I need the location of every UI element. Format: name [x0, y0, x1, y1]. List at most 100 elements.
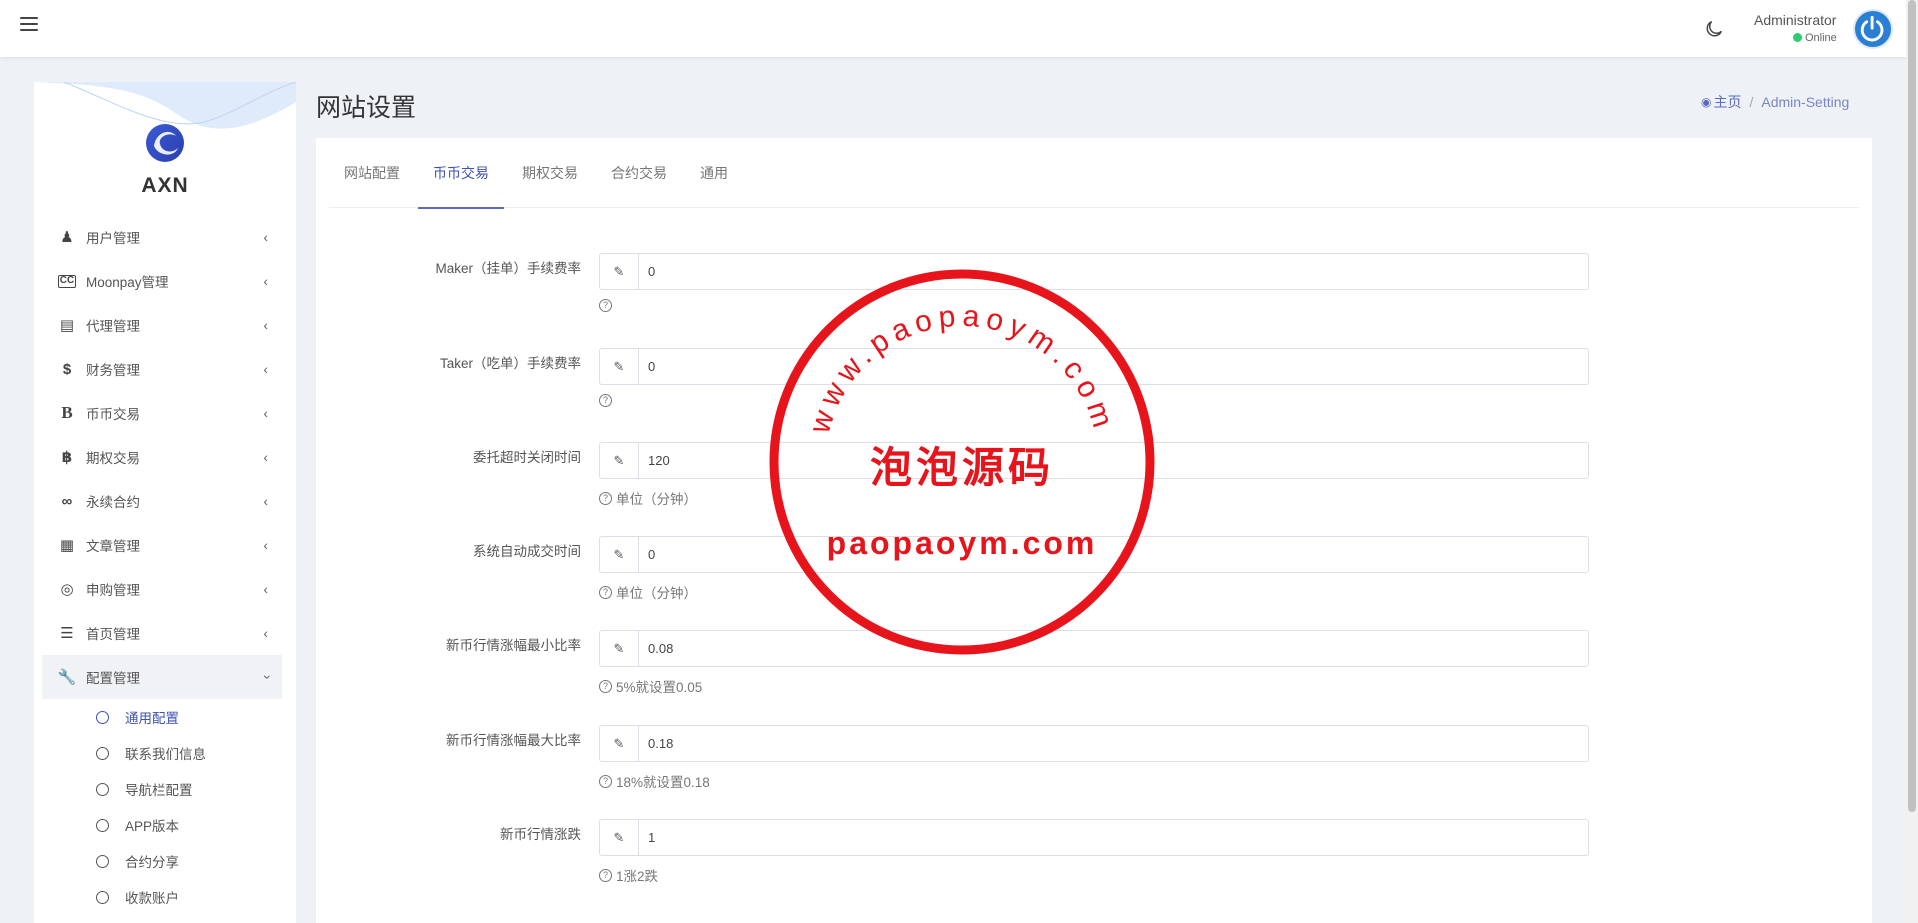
- sidebar-item-config[interactable]: 🔧 配置管理 ‹: [42, 655, 282, 699]
- logo-swirl-icon: [154, 131, 178, 155]
- id-card-icon: ▤: [59, 317, 75, 334]
- field-help: ? 单位（分钟）: [599, 582, 697, 602]
- circle-icon: [96, 890, 109, 904]
- sidebar-item-label: 配置管理: [86, 671, 140, 686]
- tab-options-trading[interactable]: 期权交易: [507, 138, 593, 208]
- bitcoin-icon: ฿: [61, 449, 73, 466]
- sidebar-item-label: 永续合约: [86, 495, 140, 510]
- top-bar: Administrator Online: [0, 0, 1906, 57]
- rise-fall-input[interactable]: [639, 820, 1588, 855]
- tab-spot-trading[interactable]: 币币交易: [418, 138, 504, 209]
- circle-icon: [96, 746, 109, 760]
- bold-b-icon: B: [61, 403, 73, 422]
- help-text: 5%就设置0.05: [616, 680, 703, 695]
- sidebar-item-subscription[interactable]: ◎ 申购管理 ‹: [42, 567, 282, 611]
- link-icon: ∞: [61, 492, 73, 510]
- chevron-left-icon: ‹: [263, 273, 268, 289]
- submenu-label: 联系我们信息: [125, 747, 206, 762]
- field-label: Maker（挂单）手续费率: [435, 261, 581, 276]
- min-rise-ratio-input[interactable]: [639, 631, 1588, 666]
- page-scrollbar[interactable]: [1906, 0, 1918, 923]
- logo-text: AXN: [141, 174, 189, 197]
- breadcrumb-separator: /: [1749, 94, 1754, 110]
- sidebar-item-label: Moonpay管理: [86, 275, 169, 290]
- sidebar-item-moonpay[interactable]: CC Moonpay管理 ‹: [42, 259, 282, 303]
- settings-tabs: 网站配置 币币交易 期权交易 合约交易 通用: [329, 138, 1859, 209]
- max-rise-ratio-input[interactable]: [639, 726, 1588, 761]
- sidebar-item-perpetual[interactable]: ∞ 永续合约 ‹: [42, 479, 282, 523]
- chevron-down-icon: ‹: [257, 674, 274, 680]
- sidebar: AXN ♟ 用户管理 ‹ CC Moonpay管理 ‹ ▤ 代理管理 ‹ $ 财务管理 ‹ B币…: [34, 82, 296, 923]
- circle-icon: [96, 710, 109, 724]
- dark-mode-moon-icon[interactable]: [1703, 18, 1725, 40]
- help-text: 单位（分钟）: [616, 492, 697, 507]
- auto-fill-time-input[interactable]: [639, 537, 1588, 572]
- input-group: ✎: [599, 725, 1589, 762]
- input-group: ✎: [599, 536, 1589, 573]
- submenu-app-version[interactable]: APP版本: [42, 807, 282, 843]
- input-group: ✎: [599, 630, 1589, 667]
- tab-contract-trading[interactable]: 合约交易: [596, 138, 682, 208]
- sidebar-item-articles[interactable]: ▦ 文章管理 ‹: [42, 523, 282, 567]
- scrollbar-thumb[interactable]: [1908, 0, 1916, 812]
- sidebar-item-label: 文章管理: [86, 539, 140, 554]
- submenu-label: 收款账户: [125, 891, 179, 906]
- sidebar-item-spot[interactable]: B 币币交易 ‹: [42, 391, 282, 435]
- user-group-icon: ♟: [60, 229, 74, 246]
- user-name[interactable]: Administrator: [1754, 12, 1836, 28]
- user-status-label: Online: [1805, 32, 1837, 44]
- list-icon: ☰: [60, 625, 74, 642]
- chevron-left-icon: ‹: [263, 449, 268, 465]
- pencil-icon: ✎: [600, 254, 639, 289]
- page-title: 网站设置: [316, 94, 417, 122]
- sidebar-item-label: 币币交易: [86, 407, 140, 422]
- submenu-payment-account[interactable]: 收款账户: [42, 879, 282, 915]
- online-dot-icon: [1793, 33, 1802, 42]
- sidebar-item-finance[interactable]: $ 财务管理 ‹: [42, 347, 282, 391]
- order-timeout-input[interactable]: [639, 443, 1588, 478]
- sidebar-item-label: 财务管理: [86, 363, 140, 378]
- cc-icon: CC: [58, 274, 76, 288]
- tab-general[interactable]: 通用: [685, 138, 743, 208]
- field-help: ? 18%就设置0.18: [599, 771, 710, 791]
- input-group: ✎: [599, 253, 1589, 290]
- wrench-icon: 🔧: [57, 669, 77, 686]
- breadcrumb-current: Admin-Setting: [1761, 94, 1850, 110]
- field-label: 系统自动成交时间: [473, 544, 581, 559]
- chevron-left-icon: ‹: [263, 229, 268, 245]
- sidebar-item-options[interactable]: ฿ 期权交易 ‹: [42, 435, 282, 479]
- submenu-label: APP版本: [125, 819, 180, 834]
- question-circle-icon: ?: [599, 299, 612, 312]
- taker-fee-input[interactable]: [639, 349, 1588, 384]
- breadcrumb-home-link[interactable]: 主页: [1713, 92, 1741, 112]
- menu-toggle-icon[interactable]: [20, 17, 38, 33]
- submenu-contract-share[interactable]: 合约分享: [42, 843, 282, 879]
- sidebar-menu: ♟ 用户管理 ‹ CC Moonpay管理 ‹ ▤ 代理管理 ‹ $ 财务管理 ‹ B 币币交易 ‹…: [42, 215, 282, 915]
- tab-site-config[interactable]: 网站配置: [329, 138, 415, 208]
- sidebar-item-users[interactable]: ♟ 用户管理 ‹: [42, 215, 282, 259]
- sidebar-item-label: 用户管理: [86, 231, 140, 246]
- submenu-general-config[interactable]: 通用配置: [42, 699, 282, 735]
- question-circle-icon: ?: [599, 679, 612, 693]
- sidebar-item-homepage[interactable]: ☰ 首页管理 ‹: [42, 611, 282, 655]
- field-label: 委托超时关闭时间: [473, 450, 581, 465]
- submenu-label: 合约分享: [125, 855, 179, 870]
- submenu-navbar-config[interactable]: 导航栏配置: [42, 771, 282, 807]
- field-help: ? 单位（分钟）: [599, 488, 697, 508]
- avatar[interactable]: [1853, 9, 1893, 49]
- help-text: 单位（分钟）: [616, 586, 697, 601]
- help-text: 18%就设置0.18: [616, 775, 710, 790]
- sidebar-item-agents[interactable]: ▤ 代理管理 ‹: [42, 303, 282, 347]
- circle-icon: [96, 782, 109, 796]
- submenu-label: 通用配置: [125, 711, 179, 726]
- user-status: Online: [1793, 32, 1837, 44]
- submenu-contact-info[interactable]: 联系我们信息: [42, 735, 282, 771]
- pencil-icon: ✎: [600, 443, 639, 478]
- life-ring-icon: ◎: [60, 581, 74, 598]
- sidebar-item-label: 代理管理: [86, 319, 140, 334]
- pencil-icon: ✎: [600, 820, 639, 855]
- field-help: ? 5%就设置0.05: [599, 676, 702, 696]
- pencil-icon: ✎: [600, 349, 639, 384]
- field-help: ?: [599, 394, 616, 407]
- maker-fee-input[interactable]: [639, 254, 1588, 289]
